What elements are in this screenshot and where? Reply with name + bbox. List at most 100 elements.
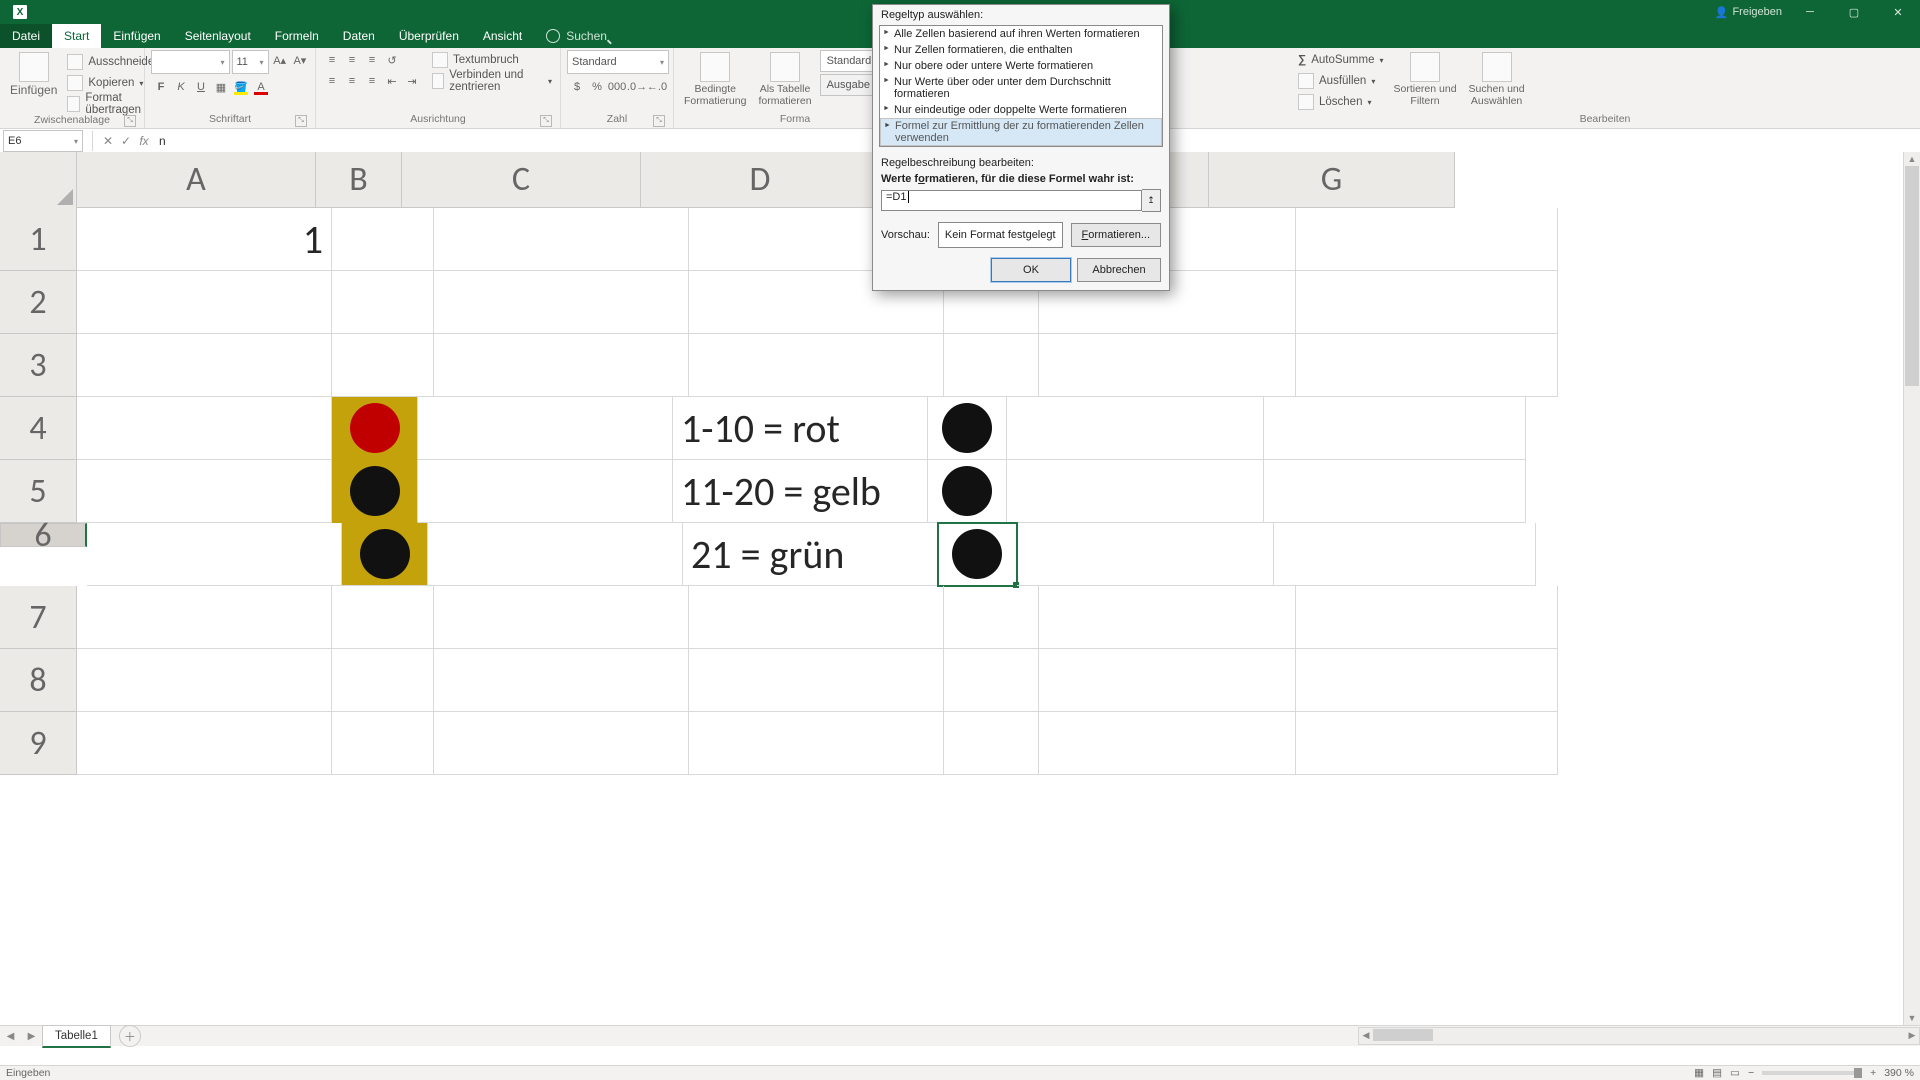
comma-icon[interactable]: 000: [607, 77, 627, 97]
cell[interactable]: [1017, 523, 1274, 586]
number-launcher[interactable]: ⤡: [653, 115, 665, 127]
zoom-in-icon[interactable]: +: [1870, 1067, 1876, 1079]
format-button[interactable]: Formatieren...: [1071, 223, 1161, 247]
cell[interactable]: [77, 586, 332, 649]
cell[interactable]: [1296, 649, 1558, 712]
wrap-text-button[interactable]: Textumbruch: [430, 50, 554, 70]
cell[interactable]: [87, 523, 342, 586]
cell[interactable]: [434, 712, 689, 775]
zoom-level[interactable]: 390 %: [1884, 1067, 1914, 1079]
cell[interactable]: 21 = grün: [683, 523, 938, 586]
cell[interactable]: [77, 649, 332, 712]
find-select-button[interactable]: Suchen und Auswählen: [1465, 50, 1529, 109]
cell[interactable]: [434, 208, 689, 271]
column-header[interactable]: D: [641, 152, 880, 208]
column-header[interactable]: C: [402, 152, 641, 208]
cell[interactable]: [1007, 460, 1264, 523]
cell[interactable]: [332, 712, 434, 775]
cell[interactable]: [332, 334, 434, 397]
cell[interactable]: [77, 460, 332, 523]
fx-icon[interactable]: fx: [135, 134, 153, 148]
cell[interactable]: [418, 397, 673, 460]
tab-view[interactable]: Ansicht: [471, 24, 534, 48]
increase-font-icon[interactable]: A▴: [271, 50, 289, 70]
formula-enter-icon[interactable]: ✓: [117, 134, 135, 148]
number-format-select[interactable]: Standard▾: [567, 50, 669, 74]
inc-decimal-icon[interactable]: .0→: [627, 77, 647, 97]
tab-data[interactable]: Daten: [331, 24, 387, 48]
hscroll-thumb[interactable]: [1373, 1029, 1433, 1041]
cell[interactable]: [434, 271, 689, 334]
cell[interactable]: [1296, 712, 1558, 775]
row-header[interactable]: 4: [0, 397, 77, 460]
view-normal-icon[interactable]: ▦: [1694, 1067, 1704, 1079]
clipboard-launcher[interactable]: ⤡: [124, 115, 136, 127]
cancel-button[interactable]: Abbrechen: [1077, 258, 1161, 282]
paste-button[interactable]: Einfügen: [6, 50, 61, 99]
cell[interactable]: [332, 271, 434, 334]
merge-center-button[interactable]: Verbinden und zentrieren ▾: [430, 71, 554, 91]
font-size-select[interactable]: 11▾: [232, 50, 269, 74]
indent-dec-icon[interactable]: ⇤: [382, 71, 402, 91]
row-header[interactable]: 6: [0, 523, 87, 547]
horizontal-scrollbar[interactable]: ◀ ▶: [1358, 1027, 1920, 1045]
cell[interactable]: [332, 460, 418, 523]
row-header[interactable]: 7: [0, 586, 77, 649]
cell[interactable]: [77, 271, 332, 334]
rule-type-option-selected[interactable]: Formel zur Ermittlung der zu formatieren…: [880, 118, 1162, 146]
view-page-break-icon[interactable]: ▭: [1730, 1067, 1740, 1079]
window-minimize[interactable]: ─: [1788, 0, 1832, 24]
tab-home[interactable]: Start: [52, 24, 101, 48]
align-center-icon[interactable]: ≡: [342, 71, 362, 91]
indent-inc-icon[interactable]: ⇥: [402, 71, 422, 91]
rule-type-option[interactable]: Nur eindeutige oder doppelte Werte forma…: [880, 102, 1162, 118]
rule-type-option[interactable]: Alle Zellen basierend auf ihren Werten f…: [880, 26, 1162, 42]
scroll-up-icon[interactable]: ▲: [1904, 152, 1920, 166]
cell[interactable]: [332, 397, 418, 460]
align-bottom-icon[interactable]: ≡: [362, 50, 382, 70]
name-box[interactable]: E6▾: [3, 130, 83, 152]
cell[interactable]: [1007, 397, 1264, 460]
underline-button[interactable]: U: [191, 77, 211, 97]
cell[interactable]: [428, 523, 683, 586]
column-header[interactable]: A: [77, 152, 316, 208]
cell[interactable]: [1039, 649, 1296, 712]
clear-button[interactable]: Löschen ▾: [1296, 92, 1386, 112]
cell[interactable]: [1274, 523, 1536, 586]
cell[interactable]: [434, 586, 689, 649]
cell[interactable]: [77, 334, 332, 397]
formula-cancel-icon[interactable]: ✕: [99, 134, 117, 148]
scroll-left-icon[interactable]: ◀: [1359, 1028, 1373, 1042]
cell[interactable]: [332, 586, 434, 649]
cell[interactable]: [434, 649, 689, 712]
add-sheet-button[interactable]: ＋: [119, 1025, 141, 1047]
cell[interactable]: [77, 397, 332, 460]
alignment-launcher[interactable]: ⤡: [540, 115, 552, 127]
tell-me-search[interactable]: Suchen: [534, 24, 630, 48]
cell[interactable]: [332, 208, 434, 271]
column-header[interactable]: G: [1209, 152, 1455, 208]
font-name-select[interactable]: ▾: [151, 50, 230, 74]
currency-icon[interactable]: $: [567, 77, 587, 97]
cell[interactable]: [1039, 712, 1296, 775]
sort-filter-button[interactable]: Sortieren und Filtern: [1390, 50, 1461, 109]
select-all-corner[interactable]: [0, 152, 77, 209]
tab-layout[interactable]: Seitenlayout: [173, 24, 263, 48]
vertical-scrollbar[interactable]: ▲ ▼: [1903, 152, 1920, 1025]
autosum-button[interactable]: ∑AutoSumme ▾: [1296, 50, 1386, 70]
tab-file[interactable]: Datei: [0, 24, 52, 48]
vscroll-thumb[interactable]: [1905, 166, 1919, 386]
scroll-down-icon[interactable]: ▼: [1904, 1011, 1920, 1025]
cell[interactable]: [332, 649, 434, 712]
cell[interactable]: [1296, 271, 1558, 334]
rule-formula-input[interactable]: =D1: [881, 190, 1142, 211]
cell[interactable]: [1264, 460, 1526, 523]
cell[interactable]: 1: [77, 208, 332, 271]
row-header[interactable]: 8: [0, 649, 77, 712]
row-header[interactable]: 2: [0, 271, 77, 334]
cell[interactable]: [944, 649, 1039, 712]
ok-button[interactable]: OK: [991, 258, 1071, 282]
zoom-slider[interactable]: [1762, 1071, 1862, 1075]
cell[interactable]: [689, 586, 944, 649]
format-as-table-button[interactable]: Als Tabelle formatieren: [754, 50, 815, 109]
